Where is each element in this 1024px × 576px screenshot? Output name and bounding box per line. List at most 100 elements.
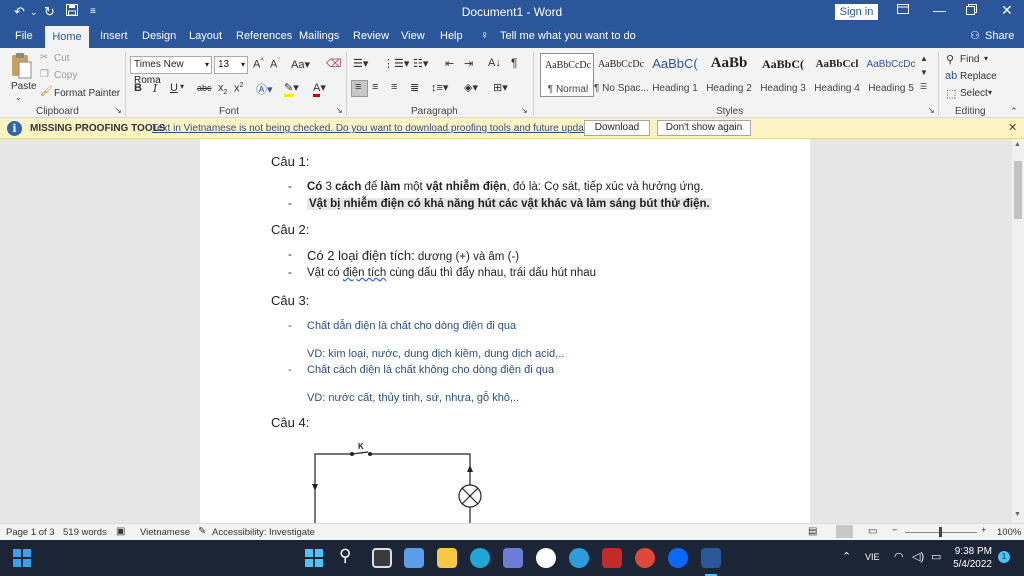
wifi-icon[interactable]: ◠ <box>894 550 904 563</box>
font-name-combo[interactable]: Times New Roma ▾ <box>130 56 212 86</box>
document-area[interactable]: Câu 1: - Có 3 cách để làm một vật nhiễm … <box>0 139 1012 523</box>
tab-design[interactable]: Design <box>142 30 176 42</box>
change-case-icon[interactable]: Aa▾ <box>291 58 310 71</box>
style-normal[interactable]: AaBbCcDc ¶ Normal <box>540 53 594 97</box>
bold-icon[interactable]: B <box>134 82 142 94</box>
share-button[interactable]: Share <box>985 30 1014 42</box>
scroll-down-icon[interactable]: ▼ <box>1014 511 1021 518</box>
web-layout-icon[interactable]: ▭ <box>868 526 877 537</box>
style-heading-1[interactable]: AaBbC( Heading 1 <box>648 53 702 97</box>
help-app-icon[interactable] <box>569 548 589 568</box>
ribbon-display-options-icon[interactable] <box>897 3 909 18</box>
copy-icon[interactable]: ❐ <box>40 69 49 80</box>
scrollbar-thumb[interactable] <box>1014 161 1022 219</box>
align-right-icon[interactable]: ≡ <box>391 81 397 93</box>
font-launcher-icon[interactable]: ↘ <box>336 106 343 115</box>
find-dropdown-icon[interactable]: ▾ <box>984 54 988 63</box>
edge-icon[interactable] <box>470 548 490 568</box>
close-icon[interactable]: ✕ <box>1001 2 1013 19</box>
zoom-in-icon[interactable]: + <box>981 525 987 536</box>
clock[interactable]: 9:38 PM 5/4/2022 <box>948 545 992 571</box>
align-left-icon[interactable]: ≡ <box>351 80 368 97</box>
numbering-icon[interactable]: ⋮☰▾ <box>383 57 409 70</box>
search-icon[interactable]: ⚲ <box>339 546 351 566</box>
tab-insert[interactable]: Insert <box>100 30 128 42</box>
format-painter-icon[interactable]: 🖌 <box>40 86 53 97</box>
increase-indent-icon[interactable]: ⇥ <box>464 57 473 70</box>
style-heading-4[interactable]: AaBbCcl Heading 4 <box>810 53 864 97</box>
read-mode-icon[interactable]: ▤ <box>808 526 817 537</box>
github-icon[interactable] <box>536 548 556 568</box>
zoom-level[interactable]: 100% <box>997 527 1021 538</box>
tab-references[interactable]: References <box>236 30 292 42</box>
styles-scroll-down-icon[interactable]: ▼ <box>920 68 928 77</box>
style-heading-3[interactable]: AaBbC( Heading 3 <box>756 53 810 97</box>
dont-show-again-button[interactable]: Don't show again <box>657 120 751 136</box>
select-dropdown-icon[interactable]: ▾ <box>988 88 992 97</box>
print-layout-icon[interactable] <box>836 525 853 538</box>
windows-start-icon[interactable] <box>13 549 31 567</box>
styles-more-icon[interactable]: ☰ <box>920 82 927 91</box>
document-page[interactable]: Câu 1: - Có 3 cách để làm một vật nhiễm … <box>200 139 810 523</box>
shrink-font-icon[interactable]: Aˇ <box>270 58 280 71</box>
tab-mailings[interactable]: Mailings <box>299 30 339 42</box>
input-language[interactable]: VIE <box>865 552 880 562</box>
copy-button[interactable]: Copy <box>54 70 77 81</box>
borders-icon[interactable]: ⊞▾ <box>493 81 508 94</box>
scroll-up-icon[interactable]: ▲ <box>1014 141 1021 148</box>
styles-launcher-icon[interactable]: ↘ <box>928 106 935 115</box>
cut-icon[interactable]: ✂ <box>40 52 48 63</box>
show-formatting-marks-icon[interactable]: ¶ <box>511 56 517 70</box>
file-explorer-icon[interactable] <box>437 548 457 568</box>
shading-icon[interactable]: ◈▾ <box>464 81 478 94</box>
chevron-up-icon[interactable]: ⌃ <box>842 550 851 563</box>
tab-view[interactable]: View <box>401 30 425 42</box>
battery-icon[interactable]: ▭ <box>931 550 941 563</box>
task-view-icon[interactable] <box>372 548 392 568</box>
paste-icon[interactable] <box>9 52 35 82</box>
tell-me-input[interactable]: Tell me what you want to do <box>500 30 636 42</box>
bullets-icon[interactable]: ☰▾ <box>353 57 368 70</box>
zoom-out-icon[interactable]: − <box>892 525 898 536</box>
underline-icon[interactable]: U <box>170 82 178 94</box>
language-status[interactable]: Vietnamese <box>140 527 190 538</box>
sort-icon[interactable]: A↓ <box>488 57 501 69</box>
word-count[interactable]: 519 words <box>63 527 107 538</box>
text-effects-icon[interactable]: Ⓐ▾ <box>256 81 273 97</box>
subscript-icon[interactable]: x2 <box>218 82 227 96</box>
start-icon[interactable] <box>305 549 323 567</box>
multilevel-list-icon[interactable]: ☷▾ <box>413 57 428 70</box>
superscript-icon[interactable]: x2 <box>234 82 243 95</box>
tab-home[interactable]: Home <box>45 26 89 48</box>
line-spacing-icon[interactable]: ↕≡▾ <box>431 81 448 94</box>
highlight-icon[interactable]: ✎▾ <box>284 81 299 97</box>
styles-scroll-up-icon[interactable]: ▲ <box>920 54 928 63</box>
tab-help[interactable]: Help <box>440 30 463 42</box>
proofing-icon[interactable]: ▣ <box>116 526 125 537</box>
replace-button[interactable]: Replace <box>960 71 997 82</box>
vertical-scrollbar[interactable]: ▲ ▼ <box>1012 139 1024 523</box>
font-size-combo[interactable]: 13 ▾ <box>214 56 248 74</box>
sign-in-button[interactable]: Sign in <box>835 4 878 20</box>
close-icon[interactable]: ✕ <box>1008 121 1017 134</box>
security-app-icon[interactable] <box>602 548 622 568</box>
word-taskbar-icon[interactable] <box>701 548 721 568</box>
minimize-icon[interactable]: — <box>933 3 946 18</box>
style-heading-2[interactable]: AaBb Heading 2 <box>702 53 756 97</box>
find-button[interactable]: Find <box>960 54 979 65</box>
clipboard-launcher-icon[interactable]: ↘ <box>115 106 122 115</box>
strikethrough-icon[interactable]: abc <box>197 83 212 93</box>
paste-button[interactable]: Paste <box>11 81 37 92</box>
paste-dropdown-icon[interactable]: ⌄ <box>15 93 22 102</box>
underline-dropdown-icon[interactable]: ▾ <box>180 82 184 91</box>
decrease-indent-icon[interactable]: ⇤ <box>445 57 454 70</box>
tab-review[interactable]: Review <box>353 30 389 42</box>
select-button[interactable]: Select <box>960 88 988 99</box>
align-center-icon[interactable]: ≡ <box>372 81 378 93</box>
clear-formatting-icon[interactable]: ⌫ <box>326 57 342 70</box>
collapse-ribbon-icon[interactable]: ⌃ <box>1010 106 1018 117</box>
message-link[interactable]: Text in Vietnamese is not being checked.… <box>152 123 603 134</box>
page-count[interactable]: Page 1 of 3 <box>6 527 55 538</box>
restore-icon[interactable] <box>966 3 977 18</box>
tab-layout[interactable]: Layout <box>189 30 222 42</box>
